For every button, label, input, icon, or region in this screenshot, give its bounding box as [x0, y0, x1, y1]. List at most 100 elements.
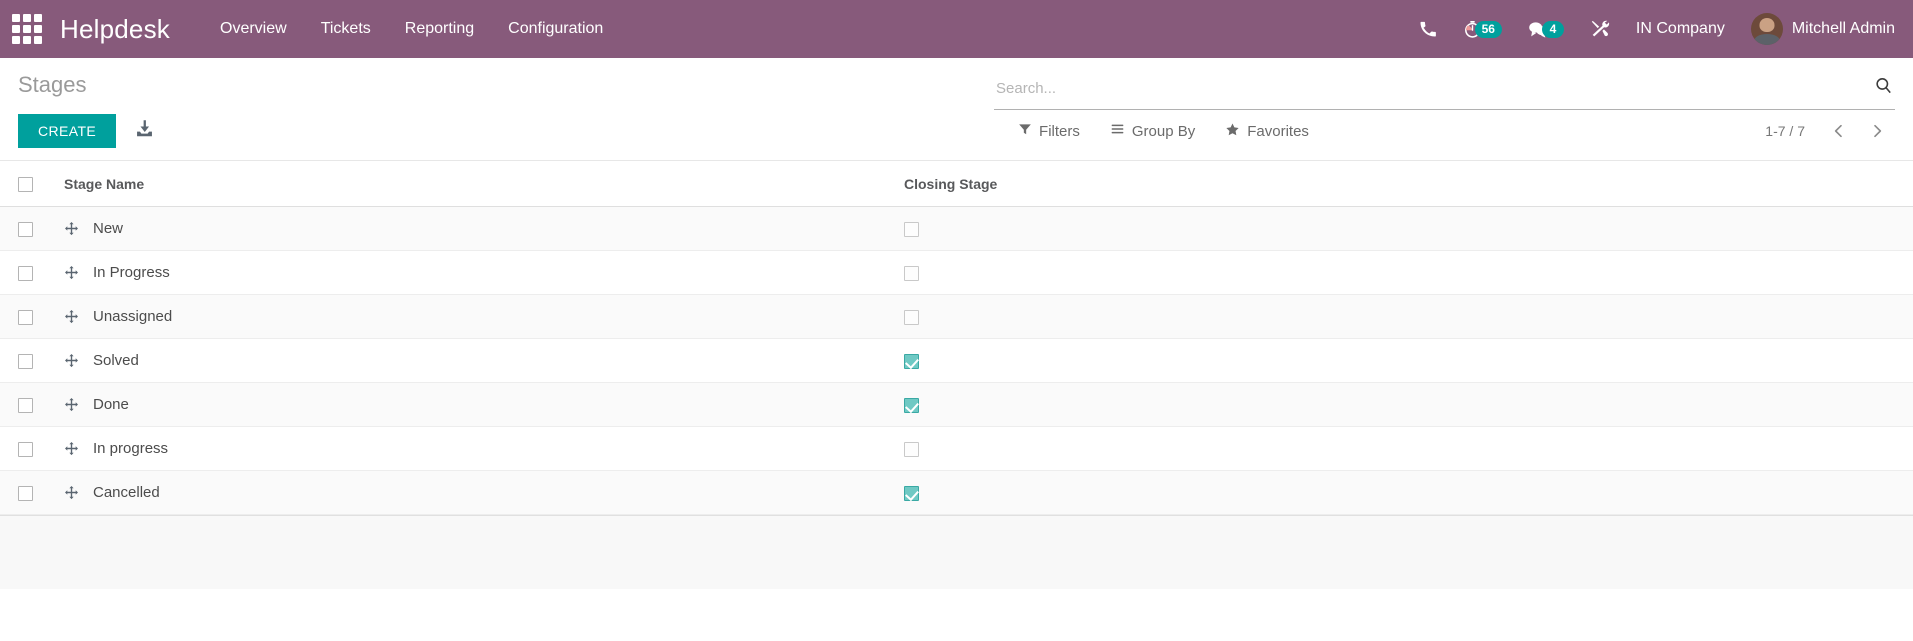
row-select-checkbox[interactable] — [18, 441, 33, 457]
drag-handle-icon[interactable] — [64, 397, 79, 412]
apps-grid-cell — [23, 36, 31, 44]
apps-grid-cell — [34, 25, 42, 33]
table-row[interactable]: Solved — [0, 338, 1913, 384]
row-select-checkbox[interactable] — [18, 221, 33, 237]
navbar-right-section: 56 4 IN Company Mitchell Admin — [1419, 12, 1895, 46]
import-download-icon[interactable] — [134, 118, 155, 144]
row-select-cell — [0, 250, 46, 296]
group-by-bars-icon — [1110, 122, 1125, 140]
stage-name-cell[interactable]: Cancelled — [46, 470, 896, 516]
row-select-cell — [0, 470, 46, 516]
drag-handle-icon[interactable] — [64, 353, 79, 368]
star-icon — [1225, 122, 1240, 141]
timer-icon[interactable]: 56 — [1463, 12, 1502, 46]
table-row[interactable]: In progress — [0, 426, 1913, 472]
filter-buttons: Filters Group By Favorites — [1018, 122, 1309, 141]
row-select-cell — [0, 206, 46, 252]
apps-grid-icon[interactable] — [10, 12, 44, 46]
row-select-cell — [0, 426, 46, 472]
stage-name-cell[interactable]: Done — [46, 382, 896, 428]
menu-item-tickets[interactable]: Tickets — [319, 14, 373, 44]
apps-grid-cell — [12, 14, 20, 22]
table-row[interactable]: In Progress — [0, 250, 1913, 296]
apps-grid-cell — [12, 36, 20, 44]
row-select-checkbox[interactable] — [18, 265, 33, 281]
group-by-dropdown[interactable]: Group By — [1110, 122, 1195, 140]
table-row[interactable]: New — [0, 206, 1913, 252]
closing-stage-checkbox[interactable] — [904, 441, 919, 457]
action-buttons: CREATE — [18, 114, 994, 160]
stage-name-cell[interactable]: In progress — [46, 426, 896, 472]
app-brand-title[interactable]: Helpdesk — [60, 14, 170, 45]
closing-stage-checkbox[interactable] — [904, 353, 919, 369]
messages-badge-count: 4 — [1541, 20, 1564, 38]
company-switcher[interactable]: IN Company — [1636, 20, 1725, 38]
closing-stage-cell — [896, 250, 1913, 296]
messages-icon[interactable]: 4 — [1528, 12, 1564, 46]
closing-stage-checkbox[interactable] — [904, 397, 919, 413]
control-panel-right: Filters Group By — [994, 58, 1895, 152]
menu-item-configuration[interactable]: Configuration — [506, 14, 605, 44]
closing-stage-checkbox[interactable] — [904, 485, 919, 501]
pager: 1-7 / 7 — [1765, 121, 1893, 141]
table-header-row: Stage Name Closing Stage — [0, 161, 1913, 208]
row-select-checkbox[interactable] — [18, 397, 33, 413]
stage-name-label: Cancelled — [93, 484, 160, 502]
drag-handle-icon[interactable] — [64, 221, 79, 236]
row-select-checkbox[interactable] — [18, 309, 33, 325]
apps-grid-cell — [23, 14, 31, 22]
page-title: Stages — [18, 72, 87, 97]
user-menu[interactable]: Mitchell Admin — [1750, 13, 1895, 45]
content-area: Stage Name Closing Stage New In Progress… — [0, 161, 1913, 590]
stage-name-label: Unassigned — [93, 308, 173, 326]
table-row[interactable]: Cancelled — [0, 470, 1913, 516]
table-row[interactable]: Done — [0, 382, 1913, 428]
pager-previous-button[interactable] — [1823, 121, 1855, 141]
apps-grid-cell — [12, 25, 20, 33]
tools-icon[interactable] — [1590, 12, 1610, 46]
select-all-header — [0, 161, 46, 208]
group-by-label: Group By — [1131, 122, 1196, 140]
drag-handle-icon[interactable] — [64, 441, 79, 456]
closing-stage-cell — [896, 294, 1913, 340]
drag-handle-icon[interactable] — [64, 485, 79, 500]
column-header-stage-name[interactable]: Stage Name — [46, 161, 896, 208]
create-button[interactable]: CREATE — [18, 114, 117, 149]
search-bar[interactable] — [994, 62, 1895, 110]
stage-name-label: New — [93, 220, 124, 238]
stage-name-label: In Progress — [93, 264, 170, 282]
stage-name-cell[interactable]: New — [46, 206, 896, 252]
stage-name-label: Solved — [93, 352, 139, 370]
drag-handle-icon[interactable] — [64, 309, 79, 324]
filter-toolbar: Filters Group By Favorites 1-7 / 7 — [994, 110, 1895, 152]
stage-name-cell[interactable]: In Progress — [46, 250, 896, 296]
closing-stage-checkbox[interactable] — [904, 265, 919, 281]
pager-next-button[interactable] — [1861, 121, 1893, 141]
row-select-checkbox[interactable] — [18, 485, 33, 501]
search-icon[interactable] — [1874, 76, 1893, 100]
closing-stage-checkbox[interactable] — [904, 309, 919, 325]
closing-stage-cell — [896, 426, 1913, 472]
column-header-closing-stage[interactable]: Closing Stage — [896, 161, 1913, 208]
menu-item-reporting[interactable]: Reporting — [403, 14, 476, 44]
filters-dropdown[interactable]: Filters — [1018, 122, 1080, 140]
stage-name-cell[interactable]: Solved — [46, 338, 896, 384]
list-view: Stage Name Closing Stage New In Progress… — [0, 161, 1913, 516]
stage-name-cell[interactable]: Unassigned — [46, 294, 896, 340]
stage-name-label: In progress — [93, 440, 169, 458]
table-header: Stage Name Closing Stage — [0, 161, 1913, 208]
search-input[interactable] — [996, 79, 1864, 97]
drag-handle-icon[interactable] — [64, 265, 79, 280]
closing-stage-cell — [896, 382, 1913, 428]
row-select-checkbox[interactable] — [18, 353, 33, 369]
select-all-checkbox[interactable] — [18, 177, 33, 193]
pager-value[interactable]: 1-7 / 7 — [1765, 123, 1805, 139]
table-body: New In Progress Unassigned Solved Done I… — [0, 206, 1913, 516]
top-navbar: Helpdesk Overview Tickets Reporting Conf… — [0, 0, 1913, 58]
timer-badge-count: 56 — [1474, 20, 1502, 38]
table-row[interactable]: Unassigned — [0, 294, 1913, 340]
menu-item-overview[interactable]: Overview — [218, 14, 289, 44]
phone-icon[interactable] — [1419, 12, 1437, 46]
closing-stage-checkbox[interactable] — [904, 221, 919, 237]
favorites-dropdown[interactable]: Favorites — [1225, 122, 1309, 141]
